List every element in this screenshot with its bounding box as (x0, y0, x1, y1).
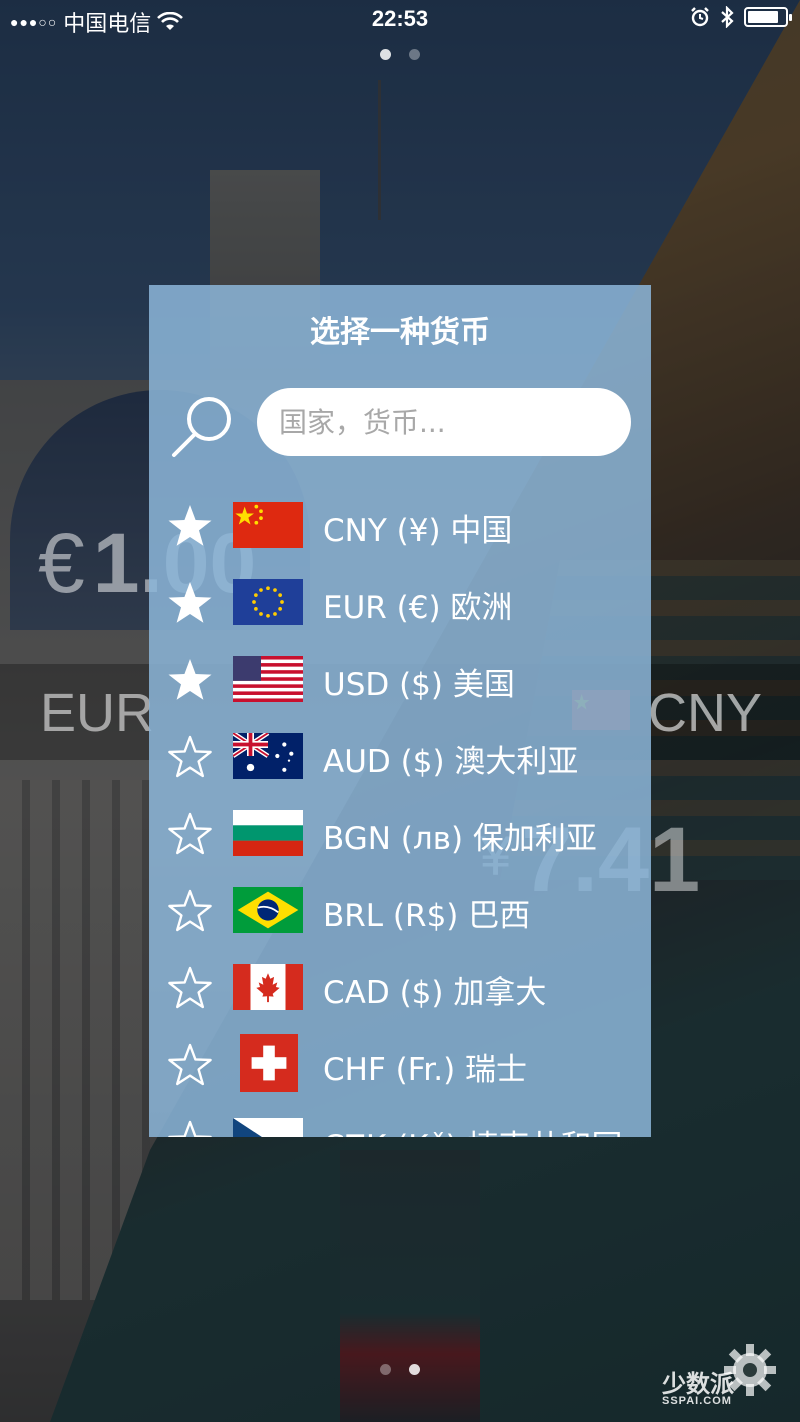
currency-row-chf[interactable]: CHF (Fr.) 瑞士 (149, 1026, 651, 1103)
star-outline-icon[interactable] (167, 965, 213, 1011)
star-outline-icon[interactable] (167, 1119, 213, 1137)
star-outline-icon[interactable] (167, 1042, 213, 1088)
currency-row-brl[interactable]: BRL (R$) 巴西 (149, 872, 651, 949)
currency-label: CAD ($) 加拿大 (323, 975, 547, 1011)
search-icon[interactable] (169, 392, 237, 460)
currency-label: CHF (Fr.) 瑞士 (323, 1052, 528, 1088)
page-dot (409, 49, 420, 60)
currency-label: AUD ($) 澳大利亚 (323, 744, 579, 780)
page-dot (380, 49, 391, 60)
star-outline-icon[interactable] (167, 888, 213, 934)
currency-label: USD ($) 美国 (323, 667, 515, 703)
us-flag (233, 656, 303, 702)
modal-title: 选择一种货币 (310, 315, 490, 350)
currency-row-czk[interactable]: CZK (Kč) 捷克共和国 (149, 1103, 651, 1137)
page-indicator-top[interactable] (0, 49, 800, 60)
currency-row-cad[interactable]: CAD ($) 加拿大 (149, 949, 651, 1026)
czech-flag (233, 1118, 303, 1137)
eu-flag (233, 579, 303, 625)
from-currency-button[interactable]: EUR (40, 682, 154, 744)
currency-row-eur[interactable]: EUR (€) 欧洲 (149, 564, 651, 641)
currency-picker-modal: 选择一种货币 CNY (¥) 中国 (149, 285, 651, 1137)
status-bar: ●●●○○ 中国电信 22:53 (0, 0, 800, 40)
currency-row-bgn[interactable]: BGN (лв) 保加利亚 (149, 795, 651, 872)
star-filled-icon[interactable] (167, 580, 213, 626)
china-flag (233, 502, 303, 548)
currency-label: CNY (¥) 中国 (323, 513, 513, 549)
currency-list: CNY (¥) 中国 EUR (€) 欧洲 USD ($) 美国 AUD ($)… (149, 487, 651, 1137)
page-dot (409, 1364, 420, 1375)
page-dot (380, 1364, 391, 1375)
currency-label: BRL (R$) 巴西 (323, 898, 531, 934)
bulgaria-flag (233, 810, 303, 856)
battery-icon (744, 7, 792, 27)
bluetooth-icon (721, 6, 734, 28)
star-filled-icon[interactable] (167, 503, 213, 549)
from-currency-symbol: € (38, 516, 85, 610)
to-currency-button[interactable]: CNY (648, 682, 762, 744)
australia-flag (233, 733, 303, 779)
currency-row-cny[interactable]: CNY (¥) 中国 (149, 487, 651, 564)
currency-row-aud[interactable]: AUD ($) 澳大利亚 (149, 718, 651, 795)
switzerland-flag (240, 1034, 298, 1092)
star-outline-icon[interactable] (167, 811, 213, 857)
clock: 22:53 (371, 6, 429, 31)
currency-label: CZK (Kč) 捷克共和国 (323, 1121, 622, 1137)
watermark-subtext: SSPAI.COM (662, 1395, 732, 1407)
watermark-text: 少数派 (662, 1371, 734, 1398)
star-filled-icon[interactable] (167, 657, 213, 703)
search-input[interactable] (257, 388, 631, 456)
canada-flag (233, 964, 303, 1010)
currency-row-usd[interactable]: USD ($) 美国 (149, 641, 651, 718)
currency-label: BGN (лв) 保加利亚 (323, 821, 597, 857)
brazil-flag (233, 887, 303, 933)
currency-label: EUR (€) 欧洲 (323, 590, 513, 626)
alarm-icon (691, 7, 709, 27)
star-outline-icon[interactable] (167, 734, 213, 780)
watermark-logo: 少数派 SSPAI.COM (662, 1364, 734, 1407)
